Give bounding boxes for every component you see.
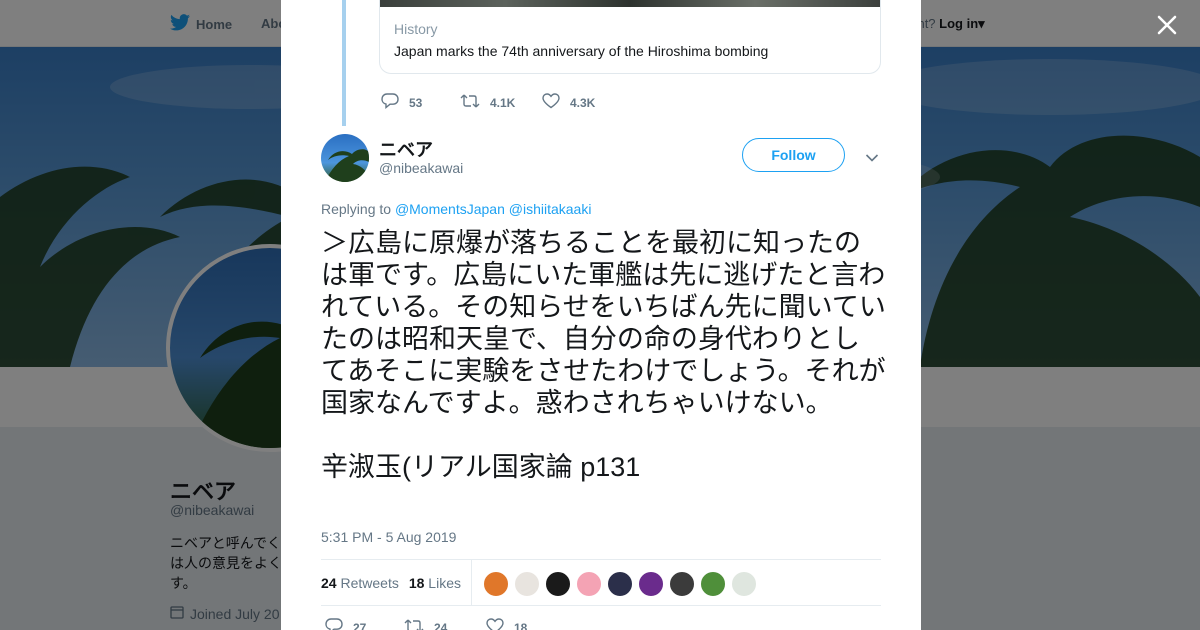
tweet-timestamp[interactable]: 5:31 PM - 5 Aug 2019 [321, 529, 456, 545]
mention-link[interactable]: @ishiitakaaki [509, 201, 592, 217]
reply-count: 53 [409, 95, 423, 110]
liker-avatars [483, 571, 757, 597]
stats-separator [471, 560, 472, 605]
tweet-actions: 27 24 18 [325, 618, 527, 630]
liker-avatar[interactable] [483, 571, 509, 597]
chevron-down-icon [865, 150, 879, 167]
tweet-stats: 24 Retweets 18 Likes [321, 560, 471, 605]
heart-icon [486, 618, 504, 630]
liker-avatar[interactable] [731, 571, 757, 597]
link-preview-card[interactable]: History Japan marks the 74th anniversary… [379, 0, 881, 74]
liker-avatar[interactable] [700, 571, 726, 597]
tweet-text: ＞広島に原爆が落ちることを最初に知ったのは軍です。広島にいた軍艦は先に逃げたと言… [321, 227, 886, 483]
tweet-text-paragraph: ＞広島に原爆が落ちることを最初に知ったのは軍です。広島にいた軍艦は先に逃げたと言… [321, 228, 886, 418]
card-source: History [394, 21, 438, 37]
like-button[interactable]: 4.3K [542, 93, 595, 112]
parent-tweet-actions: 53 4.1K 4.3K [381, 93, 595, 112]
thread-connector-line [342, 0, 346, 126]
retweets-stat[interactable]: 24 Retweets [321, 575, 399, 591]
close-modal-button[interactable] [1152, 10, 1182, 40]
card-image [380, 0, 880, 7]
follow-button[interactable]: Follow [742, 138, 845, 172]
liker-avatar[interactable] [514, 571, 540, 597]
reply-icon [381, 93, 399, 112]
liker-avatar[interactable] [576, 571, 602, 597]
tweet-permalink-modal: History Japan marks the 74th anniversary… [281, 0, 921, 630]
tweet-author-name[interactable]: ニベア [379, 136, 433, 162]
reply-icon [325, 618, 343, 630]
retweets-label: Retweets [340, 574, 399, 591]
likes-count: 18 [408, 574, 425, 591]
liker-avatar[interactable] [545, 571, 571, 597]
retweet-button[interactable]: 24 [404, 618, 486, 630]
tweet-author-avatar[interactable] [321, 134, 369, 182]
liker-avatar[interactable] [669, 571, 695, 597]
replying-to: Replying to @MomentsJapan @ishiitakaaki [321, 201, 591, 217]
mention-link[interactable]: @MomentsJapan [395, 201, 505, 217]
tweet-author-handle[interactable]: @nibeakawai [379, 160, 463, 176]
tweet-options-button[interactable] [865, 150, 879, 168]
close-icon [1152, 15, 1182, 44]
retweet-count: 24 [434, 620, 448, 630]
replying-to-prefix: Replying to [321, 201, 392, 217]
divider [321, 605, 881, 606]
like-count: 18 [514, 620, 528, 630]
heart-icon [542, 93, 560, 112]
reply-button[interactable]: 53 [381, 93, 460, 112]
retweets-count: 24 [321, 574, 337, 591]
likes-stat[interactable]: 18 Likes [409, 575, 461, 591]
retweet-icon [404, 618, 424, 630]
like-count: 4.3K [570, 95, 596, 110]
liker-avatar[interactable] [607, 571, 633, 597]
retweet-button[interactable]: 4.1K [460, 93, 542, 112]
avatar-palm-image [325, 149, 369, 182]
tweet-text-paragraph: 辛淑玉(リアル国家論 p131 [321, 452, 641, 482]
reply-button[interactable]: 27 [325, 618, 404, 630]
like-button[interactable]: 18 [486, 618, 527, 630]
likes-label: Likes [428, 574, 461, 591]
retweet-icon [460, 93, 480, 112]
reply-count: 27 [353, 620, 367, 630]
liker-avatar[interactable] [638, 571, 664, 597]
retweet-count: 4.1K [490, 95, 516, 110]
card-title: Japan marks the 74th anniversary of the … [394, 43, 769, 59]
